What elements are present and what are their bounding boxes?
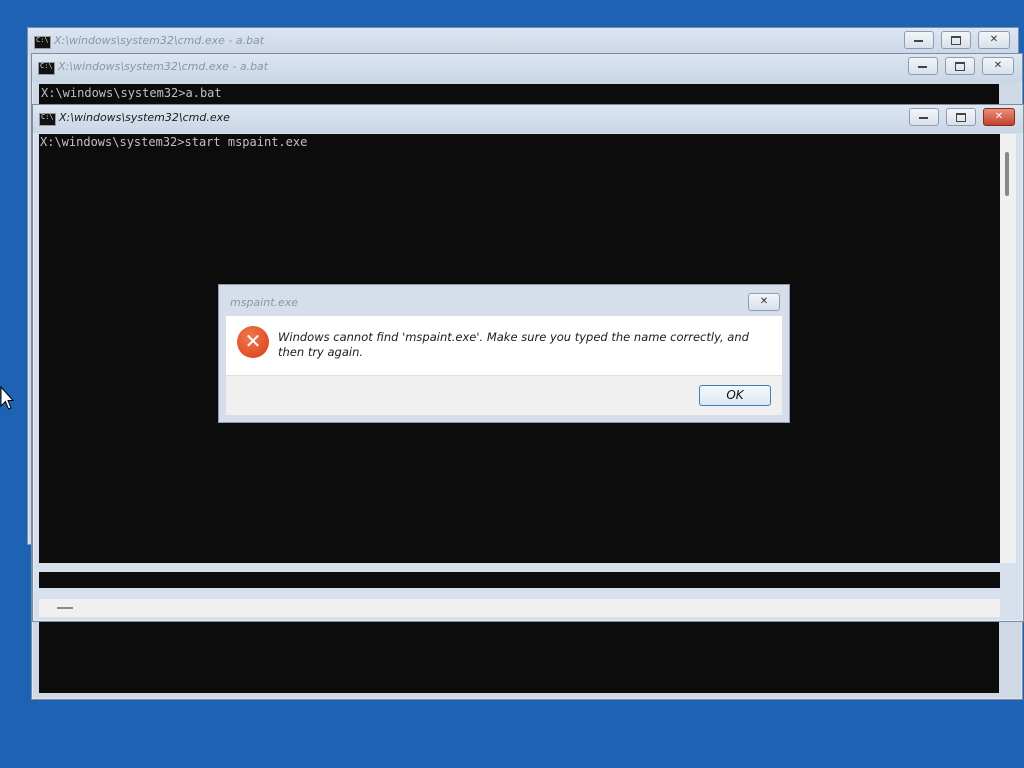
- maximize-icon: [955, 113, 966, 122]
- minimize-button[interactable]: [907, 57, 938, 75]
- window-title: X:\windows\system32\cmd.exe - a.bat: [58, 60, 269, 73]
- close-button[interactable]: ✕: [983, 108, 1015, 126]
- cmd-icon: [39, 113, 56, 126]
- dialog-close-button[interactable]: ✕: [748, 293, 780, 311]
- dialog-footer: OK: [226, 375, 782, 415]
- dialog-title: mspaint.exe: [230, 296, 299, 309]
- console-lower-pane: [39, 572, 1000, 588]
- window-title: X:\windows\system32\cmd.exe: [59, 111, 230, 124]
- dialog-message: Windows cannot find 'mspaint.exe'. Make …: [278, 330, 749, 359]
- maximize-button[interactable]: [940, 31, 971, 49]
- error-dialog[interactable]: mspaint.exe ✕ ✕ Windows cannot find 'msp…: [218, 284, 790, 423]
- scrollbar-thumb[interactable]: [1005, 152, 1009, 196]
- ok-button[interactable]: OK: [699, 385, 771, 406]
- window-controls: ✕: [902, 31, 1010, 49]
- minimize-icon: [918, 117, 928, 119]
- cmd-icon: [34, 36, 51, 49]
- title-bar[interactable]: X:\windows\system32\cmd.exe ✕: [33, 105, 1023, 133]
- minimize-button[interactable]: [903, 31, 934, 49]
- dialog-body: ✕ Windows cannot find 'mspaint.exe'. Mak…: [226, 316, 782, 375]
- close-icon: ✕: [759, 296, 769, 307]
- title-bar[interactable]: X:\windows\system32\cmd.exe - a.bat ✕: [28, 28, 1018, 56]
- window-controls: ✕: [906, 57, 1014, 75]
- close-icon: ✕: [993, 60, 1003, 71]
- close-button[interactable]: ✕: [982, 57, 1014, 75]
- close-icon: ✕: [994, 111, 1004, 122]
- minimize-icon: [913, 40, 923, 42]
- cmd-icon: [38, 62, 55, 75]
- close-icon: ✕: [989, 34, 999, 45]
- mouse-cursor-icon: [0, 386, 14, 410]
- scrollbar-thumb[interactable]: [57, 607, 73, 609]
- title-bar[interactable]: X:\windows\system32\cmd.exe - a.bat ✕: [32, 54, 1022, 82]
- minimize-icon: [917, 66, 927, 68]
- minimize-button[interactable]: [908, 108, 939, 126]
- window-controls: ✕: [907, 108, 1015, 126]
- vertical-scrollbar[interactable]: [1000, 134, 1016, 563]
- horizontal-scrollbar[interactable]: [39, 599, 1000, 617]
- maximize-icon: [954, 62, 965, 71]
- maximize-button[interactable]: [945, 108, 976, 126]
- window-title: X:\windows\system32\cmd.exe - a.bat: [54, 34, 265, 47]
- maximize-icon: [950, 36, 961, 45]
- error-icon: ✕: [237, 326, 269, 358]
- maximize-button[interactable]: [944, 57, 975, 75]
- close-button[interactable]: ✕: [978, 31, 1010, 49]
